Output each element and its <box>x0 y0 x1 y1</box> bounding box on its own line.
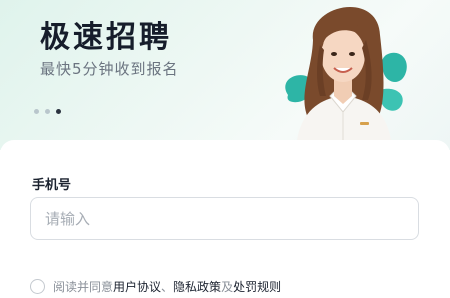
agreement-separator: 、 <box>161 279 174 294</box>
recruiter-illustration <box>285 7 407 150</box>
privacy-policy-link[interactable]: 隐私政策 <box>173 278 221 295</box>
agreement-conjunction: 及 <box>221 279 234 294</box>
hero-banner[interactable]: 极速招聘 最快5分钟收到报名 <box>0 0 450 150</box>
carousel-dot-3[interactable] <box>56 109 61 114</box>
carousel-dot-2[interactable] <box>45 109 50 114</box>
phone-input[interactable] <box>30 197 419 240</box>
agreement-prefix: 阅读并同意 <box>53 279 114 294</box>
carousel-indicator <box>34 109 61 114</box>
banner-title: 极速招聘 <box>40 20 172 55</box>
banner-subtitle: 最快5分钟收到报名 <box>40 60 179 78</box>
phone-label: 手机号 <box>32 178 72 193</box>
agreement-checkbox[interactable] <box>30 278 45 294</box>
carousel-dot-1[interactable] <box>34 109 39 114</box>
penalty-rules-link[interactable]: 处罚规则 <box>233 278 281 295</box>
user-agreement-link[interactable]: 用户协议 <box>113 278 161 295</box>
agreement-row: 阅读并同意 用户协议 、 隐私政策 及 处罚规则 <box>30 278 281 294</box>
